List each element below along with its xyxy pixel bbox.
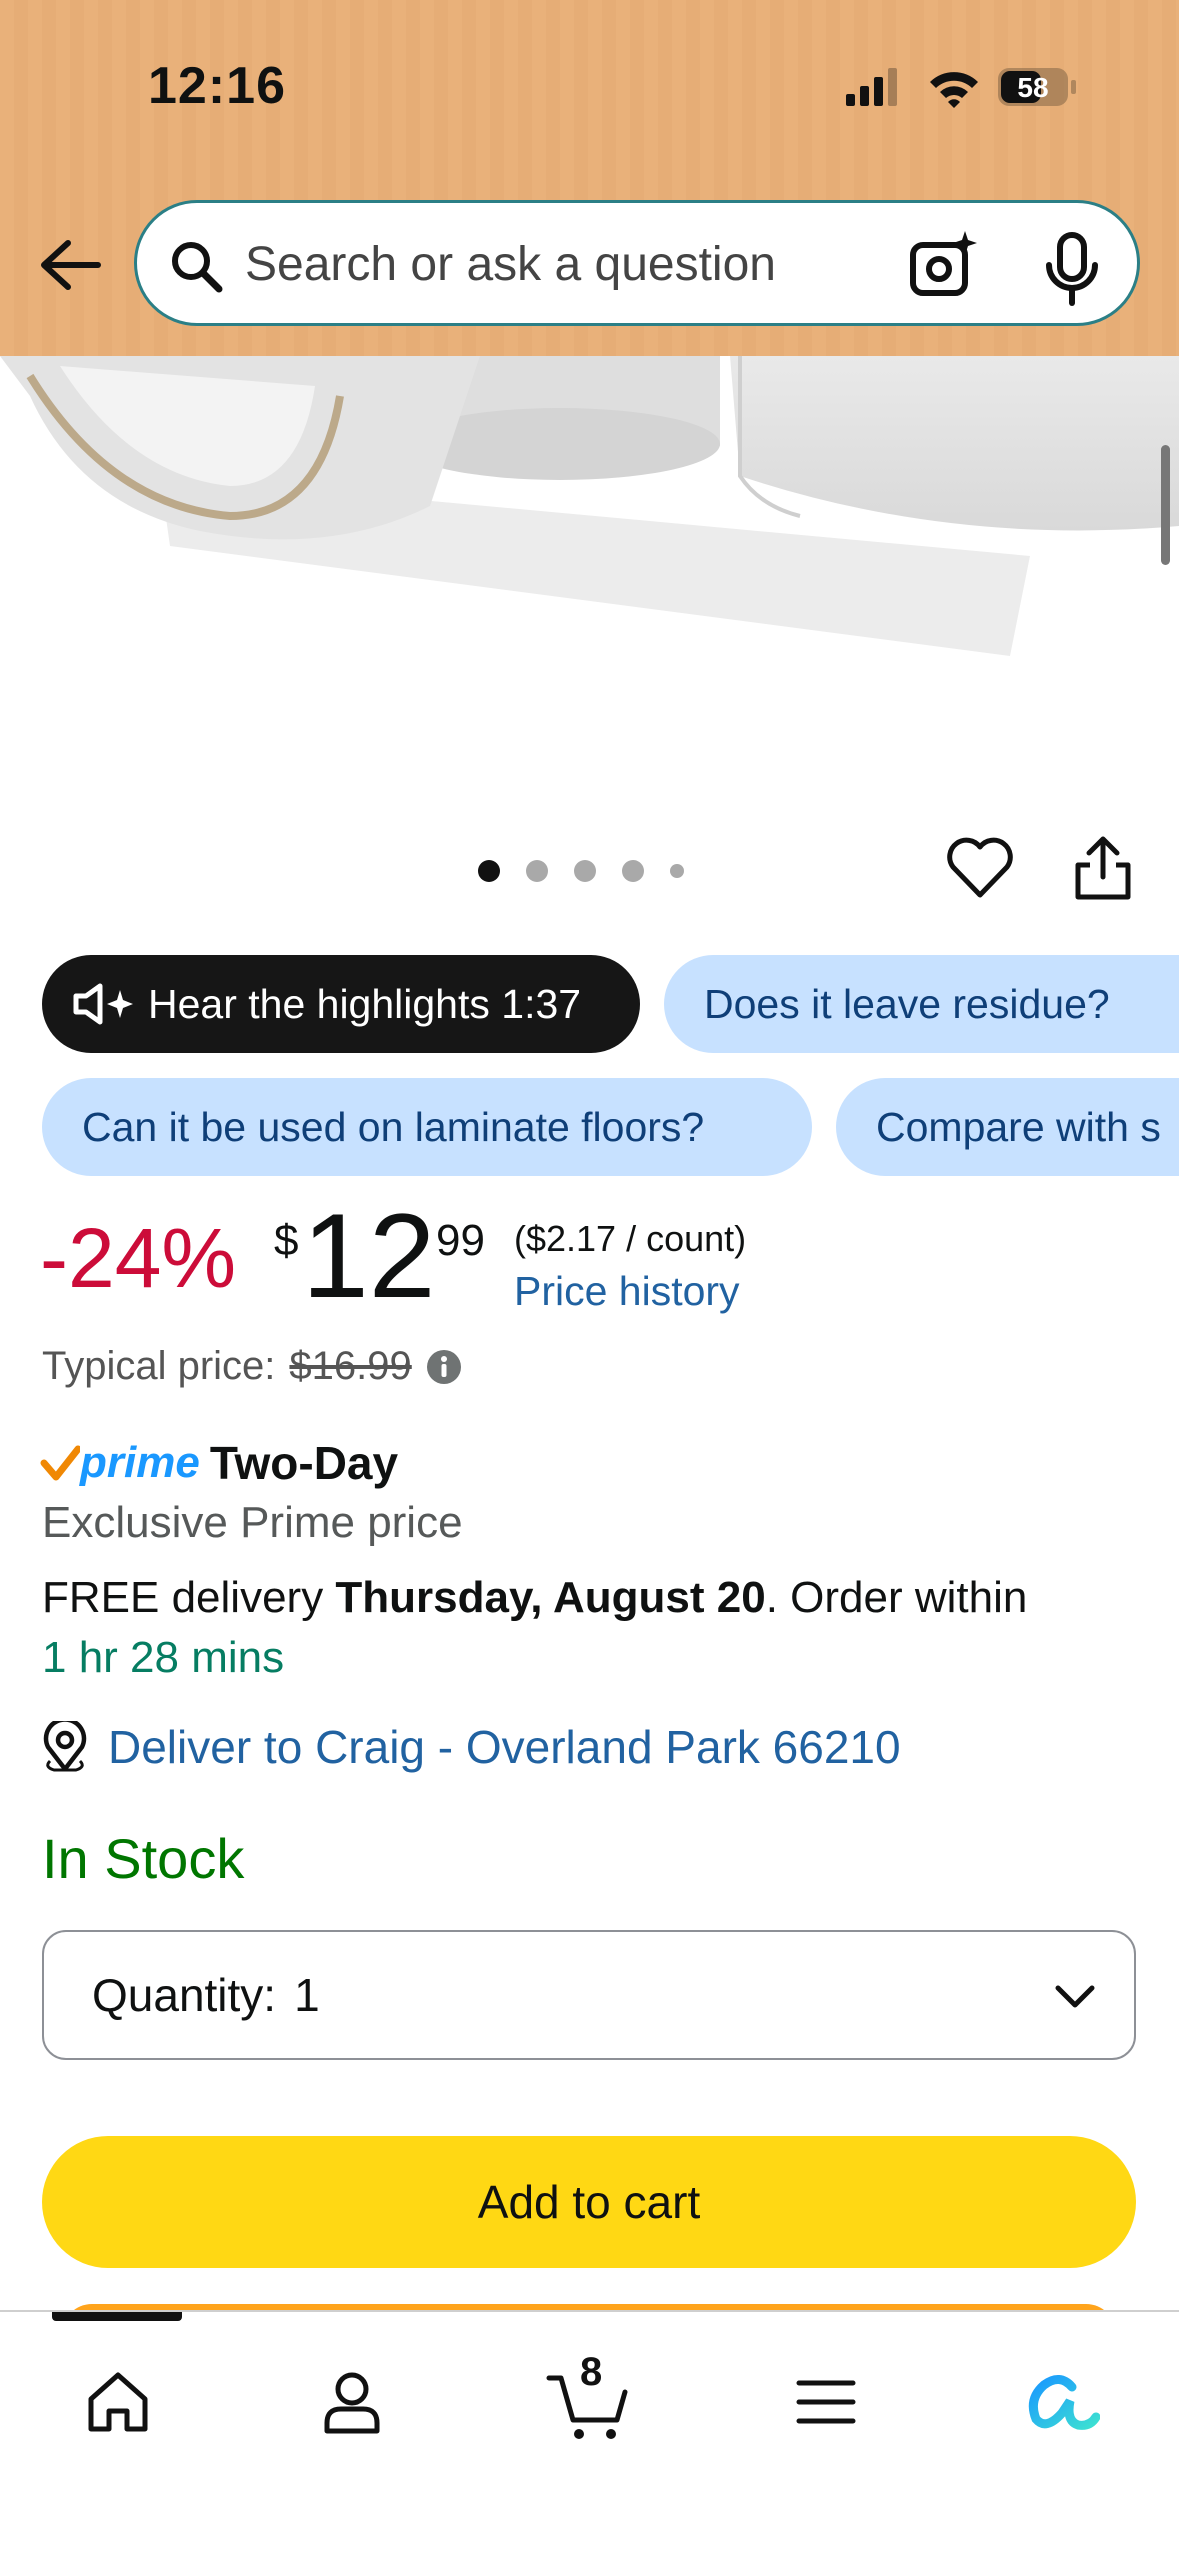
search-input[interactable] — [245, 229, 925, 299]
carousel-dot[interactable] — [670, 864, 684, 878]
back-arrow-icon — [41, 240, 101, 290]
delivery-message: FREE delivery Thursday, August 20. Order… — [42, 1568, 1162, 1688]
rufus-assistant-icon — [1028, 2375, 1100, 2430]
hear-highlights-button[interactable]: Hear the highlights 1:37 — [42, 955, 640, 1053]
carousel-dot[interactable] — [622, 860, 644, 882]
speaker-sparkle-icon — [73, 983, 133, 1025]
delivery-prefix: FREE delivery — [42, 1573, 324, 1622]
question-chip[interactable]: Does it leave residue? — [664, 955, 1179, 1053]
search-bar[interactable] — [134, 200, 1140, 326]
price-history-link[interactable]: Price history — [514, 1268, 740, 1315]
delivery-order-within: . Order within — [765, 1573, 1028, 1622]
nav-home[interactable] — [68, 2352, 168, 2452]
user-icon — [324, 2372, 380, 2434]
prime-badge: prime Two-Day — [40, 1436, 398, 1490]
back-button[interactable] — [30, 225, 110, 305]
bottom-navigation: 8 — [0, 2310, 1179, 2556]
question-chip[interactable]: Compare with s — [836, 1078, 1179, 1176]
exclusive-prime-price: Exclusive Prime price — [42, 1498, 463, 1547]
signal-icon — [846, 68, 897, 106]
tape-rolls-photo — [0, 356, 1179, 826]
typical-price-label: Typical price: — [42, 1344, 276, 1388]
add-to-cart-button[interactable]: Add to cart — [42, 2136, 1136, 2268]
quantity-selector[interactable]: Quantity: 1 — [42, 1930, 1136, 2060]
scroll-indicator — [1161, 445, 1170, 565]
add-to-cart-label: Add to cart — [477, 2176, 701, 2228]
discount-percent: -24% — [40, 1211, 237, 1305]
carousel-dot[interactable] — [526, 860, 548, 882]
wifi-icon — [930, 72, 978, 108]
carousel-dot[interactable] — [478, 860, 500, 882]
search-icon — [172, 242, 223, 293]
quantity-value: 1 — [294, 1969, 320, 2021]
stock-status: In Stock — [42, 1827, 245, 1890]
hear-highlights-label: Hear the highlights 1:37 — [148, 980, 582, 1027]
info-icon[interactable] — [426, 1349, 462, 1385]
prime-check-icon — [40, 1445, 80, 1481]
nav-account[interactable] — [302, 2352, 402, 2452]
share-icon[interactable] — [1070, 833, 1136, 903]
delivery-countdown: 1 hr 28 mins — [42, 1633, 285, 1682]
price-currency: $ — [274, 1216, 299, 1265]
question-chip-label: Does it leave residue? — [704, 980, 1110, 1027]
nav-rufus[interactable] — [1010, 2352, 1110, 2452]
camera-lens-icon[interactable] — [907, 227, 987, 307]
status-icons: 58 — [846, 68, 1076, 108]
carousel-dot[interactable] — [574, 860, 596, 882]
question-chip-label: Can it be used on laminate floors? — [82, 1103, 705, 1150]
deliver-to-text[interactable]: Deliver to Craig - Overland Park 66210 — [108, 1720, 901, 1774]
home-icon — [88, 2372, 148, 2432]
unit-price: ($2.17 / count) — [514, 1218, 747, 1259]
price-whole: 12 — [302, 1189, 436, 1323]
status-time: 12:16 — [148, 57, 286, 115]
cart-count-badge: 8 — [580, 2350, 603, 2394]
prime-speed: Two-Day — [209, 1437, 399, 1489]
menu-icon — [796, 2380, 856, 2424]
deliver-to-location[interactable]: Deliver to Craig - Overland Park 66210 — [40, 1720, 901, 1774]
header-bar: 12:16 58 — [0, 0, 1179, 356]
nav-cart[interactable]: 8 — [540, 2350, 640, 2452]
nav-menu[interactable] — [776, 2352, 876, 2452]
quantity-label: Quantity: — [92, 1969, 277, 2021]
typical-price: Typical price: $16.99 — [42, 1344, 462, 1389]
chevron-down-icon — [1055, 1985, 1095, 2008]
delivery-date: Thursday, August 20 — [335, 1573, 766, 1622]
microphone-icon[interactable] — [1037, 229, 1107, 309]
product-image[interactable] — [0, 356, 1179, 826]
price-fraction: 99 — [436, 1216, 485, 1265]
typical-price-value: $16.99 — [289, 1344, 412, 1388]
svg-text:58: 58 — [1017, 72, 1048, 103]
question-chip[interactable]: Can it be used on laminate floors? — [42, 1078, 812, 1176]
prime-logo-text: prime — [80, 1438, 200, 1487]
nav-active-indicator — [52, 2312, 182, 2321]
question-chip-label: Compare with s — [876, 1103, 1161, 1150]
battery-icon: 58 — [998, 68, 1076, 106]
location-pin-icon — [43, 1721, 87, 1772]
heart-icon[interactable] — [945, 833, 1015, 903]
image-carousel-dots[interactable] — [478, 856, 684, 886]
